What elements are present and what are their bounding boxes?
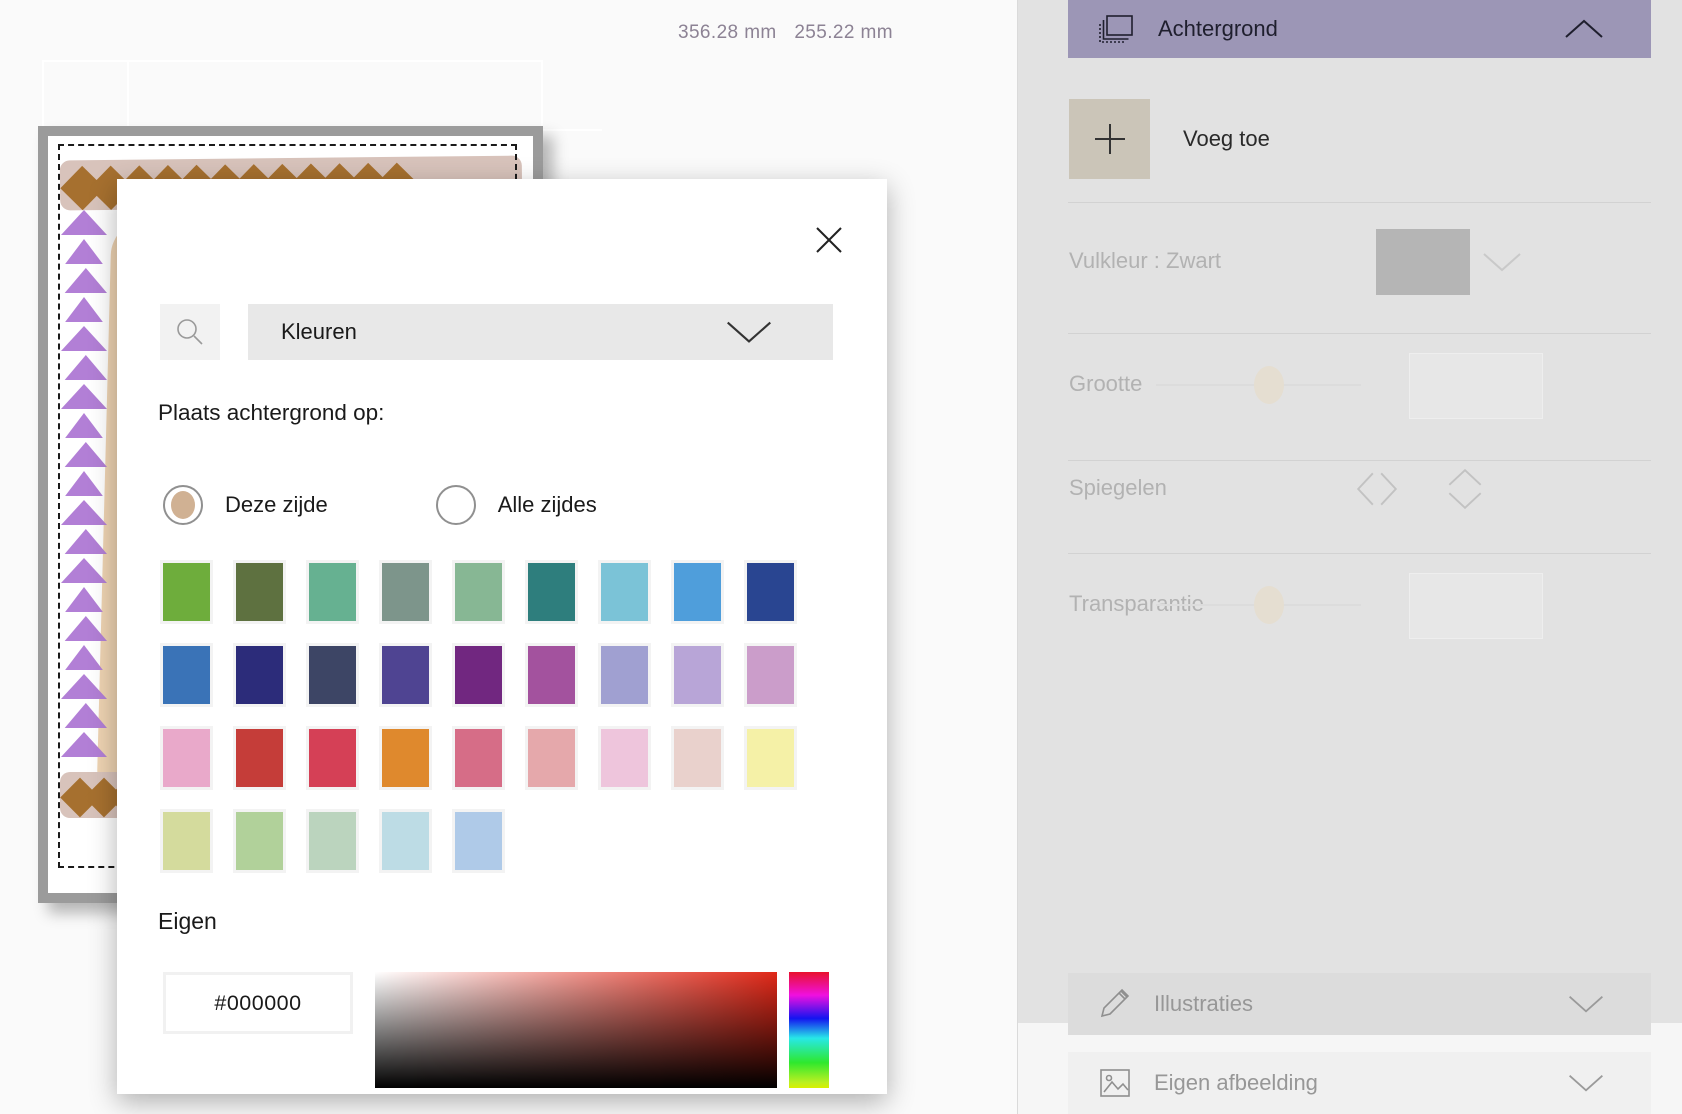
divider <box>1068 202 1651 203</box>
card-width-value: 356.28 mm <box>678 22 777 43</box>
radio-deze-zijde-label: Deze zijde <box>225 492 328 518</box>
close-dialog-button[interactable] <box>812 223 846 257</box>
chevron-down-icon <box>723 319 775 345</box>
color-swatch[interactable] <box>598 643 651 707</box>
color-swatch[interactable] <box>379 809 432 873</box>
mirror-label: Spiegelen <box>1069 475 1167 501</box>
color-swatch[interactable] <box>160 560 213 624</box>
color-swatch[interactable] <box>160 643 213 707</box>
size-slider-knob[interactable] <box>1254 366 1284 404</box>
chevron-down-icon <box>1536 994 1606 1014</box>
transparency-slider-knob[interactable] <box>1254 586 1284 624</box>
pencil-icon <box>1098 986 1132 1022</box>
flip-horizontal-icon[interactable] <box>1354 466 1400 512</box>
panel-header-label: Achtergrond <box>1158 16 1278 42</box>
fill-color-label: Vulkleur : Zwart <box>1069 248 1221 274</box>
color-swatch[interactable] <box>671 726 724 790</box>
color-swatch[interactable] <box>233 809 286 873</box>
image-icon <box>1098 1067 1132 1099</box>
category-dropdown[interactable]: Kleuren <box>248 304 833 360</box>
color-swatch[interactable] <box>379 560 432 624</box>
color-swatch[interactable] <box>306 809 359 873</box>
custom-color-label: Eigen <box>158 908 217 935</box>
search-icon <box>174 316 206 348</box>
color-swatch[interactable] <box>744 726 797 790</box>
add-background-button[interactable] <box>1069 99 1150 179</box>
category-dropdown-value: Kleuren <box>281 319 357 345</box>
settings-sidebar: Achtergrond Voeg toe Vulkleur : Zwart Gr… <box>1017 0 1682 1114</box>
divider <box>1068 333 1651 334</box>
color-swatch[interactable] <box>160 809 213 873</box>
color-swatch[interactable] <box>525 643 578 707</box>
section-illustraties[interactable]: Illustraties <box>1068 973 1651 1035</box>
color-swatch[interactable] <box>452 809 505 873</box>
color-swatch[interactable] <box>233 643 286 707</box>
add-background-label: Voeg toe <box>1183 99 1270 179</box>
color-palette <box>160 560 817 892</box>
color-swatch[interactable] <box>379 643 432 707</box>
color-swatch[interactable] <box>525 560 578 624</box>
search-button[interactable] <box>160 304 220 360</box>
placement-label: Plaats achtergrond op: <box>158 400 384 426</box>
chevron-down-icon <box>1536 1073 1606 1093</box>
section-illustraties-label: Illustraties <box>1154 991 1253 1017</box>
color-swatch[interactable] <box>598 560 651 624</box>
color-swatch[interactable] <box>452 560 505 624</box>
color-swatch[interactable] <box>233 560 286 624</box>
color-swatch[interactable] <box>671 643 724 707</box>
chevron-up-icon[interactable] <box>1534 18 1606 40</box>
radio-dot <box>444 491 468 519</box>
guide-line-horizontal <box>540 129 602 131</box>
transparency-value-box[interactable] <box>1409 573 1543 639</box>
color-swatch[interactable] <box>379 726 432 790</box>
color-swatch[interactable] <box>671 560 724 624</box>
section-eigen-afbeelding[interactable]: Eigen afbeelding <box>1068 1052 1651 1114</box>
radio-alle-zijdes-label: Alle zijdes <box>498 492 597 518</box>
card-height-value: 255.22 mm <box>794 22 893 43</box>
hex-color-input[interactable]: #000000 <box>163 972 353 1034</box>
radio-deze-zijde[interactable] <box>163 485 203 525</box>
radio-alle-zijdes[interactable] <box>436 485 476 525</box>
plus-icon <box>1091 120 1129 158</box>
size-label: Grootte <box>1069 371 1142 397</box>
color-swatch[interactable] <box>525 726 578 790</box>
saturation-gradient[interactable] <box>375 972 777 1088</box>
color-swatch[interactable] <box>744 643 797 707</box>
color-swatch[interactable] <box>160 726 213 790</box>
placement-options: Deze zijde Alle zijdes <box>163 485 597 525</box>
close-icon <box>813 224 845 256</box>
hex-color-value: #000000 <box>214 991 301 1016</box>
card-dimensions: 356.28 mm 255.22 mm <box>600 22 893 44</box>
divider <box>1068 553 1651 554</box>
card-editor-app: 356.28 mm 255.22 mm ◆◆◆◆◆◆◆◆◆◆◆◆ ◆◆◆◆◆◆◆… <box>0 0 1682 1114</box>
hue-slider[interactable] <box>789 972 829 1088</box>
divider <box>1068 460 1651 461</box>
panel-header-achtergrond[interactable]: Achtergrond <box>1068 0 1651 58</box>
background-color-dialog: Kleuren Plaats achtergrond op: Deze zijd… <box>117 179 887 1094</box>
color-swatch[interactable] <box>744 560 797 624</box>
color-swatch[interactable] <box>233 726 286 790</box>
color-swatch[interactable] <box>306 726 359 790</box>
layers-icon <box>1096 11 1136 47</box>
size-value-box[interactable] <box>1409 353 1543 419</box>
color-swatch[interactable] <box>306 643 359 707</box>
color-swatch[interactable] <box>598 726 651 790</box>
color-swatch[interactable] <box>306 560 359 624</box>
radio-selected-dot <box>171 491 195 519</box>
guide-line-vertical <box>127 60 129 132</box>
chevron-down-icon[interactable] <box>1480 251 1524 273</box>
section-eigen-afbeelding-label: Eigen afbeelding <box>1154 1070 1318 1096</box>
color-swatch[interactable] <box>452 643 505 707</box>
fill-color-swatch[interactable] <box>1376 229 1470 295</box>
flip-vertical-icon[interactable] <box>1442 466 1488 512</box>
color-swatch[interactable] <box>452 726 505 790</box>
